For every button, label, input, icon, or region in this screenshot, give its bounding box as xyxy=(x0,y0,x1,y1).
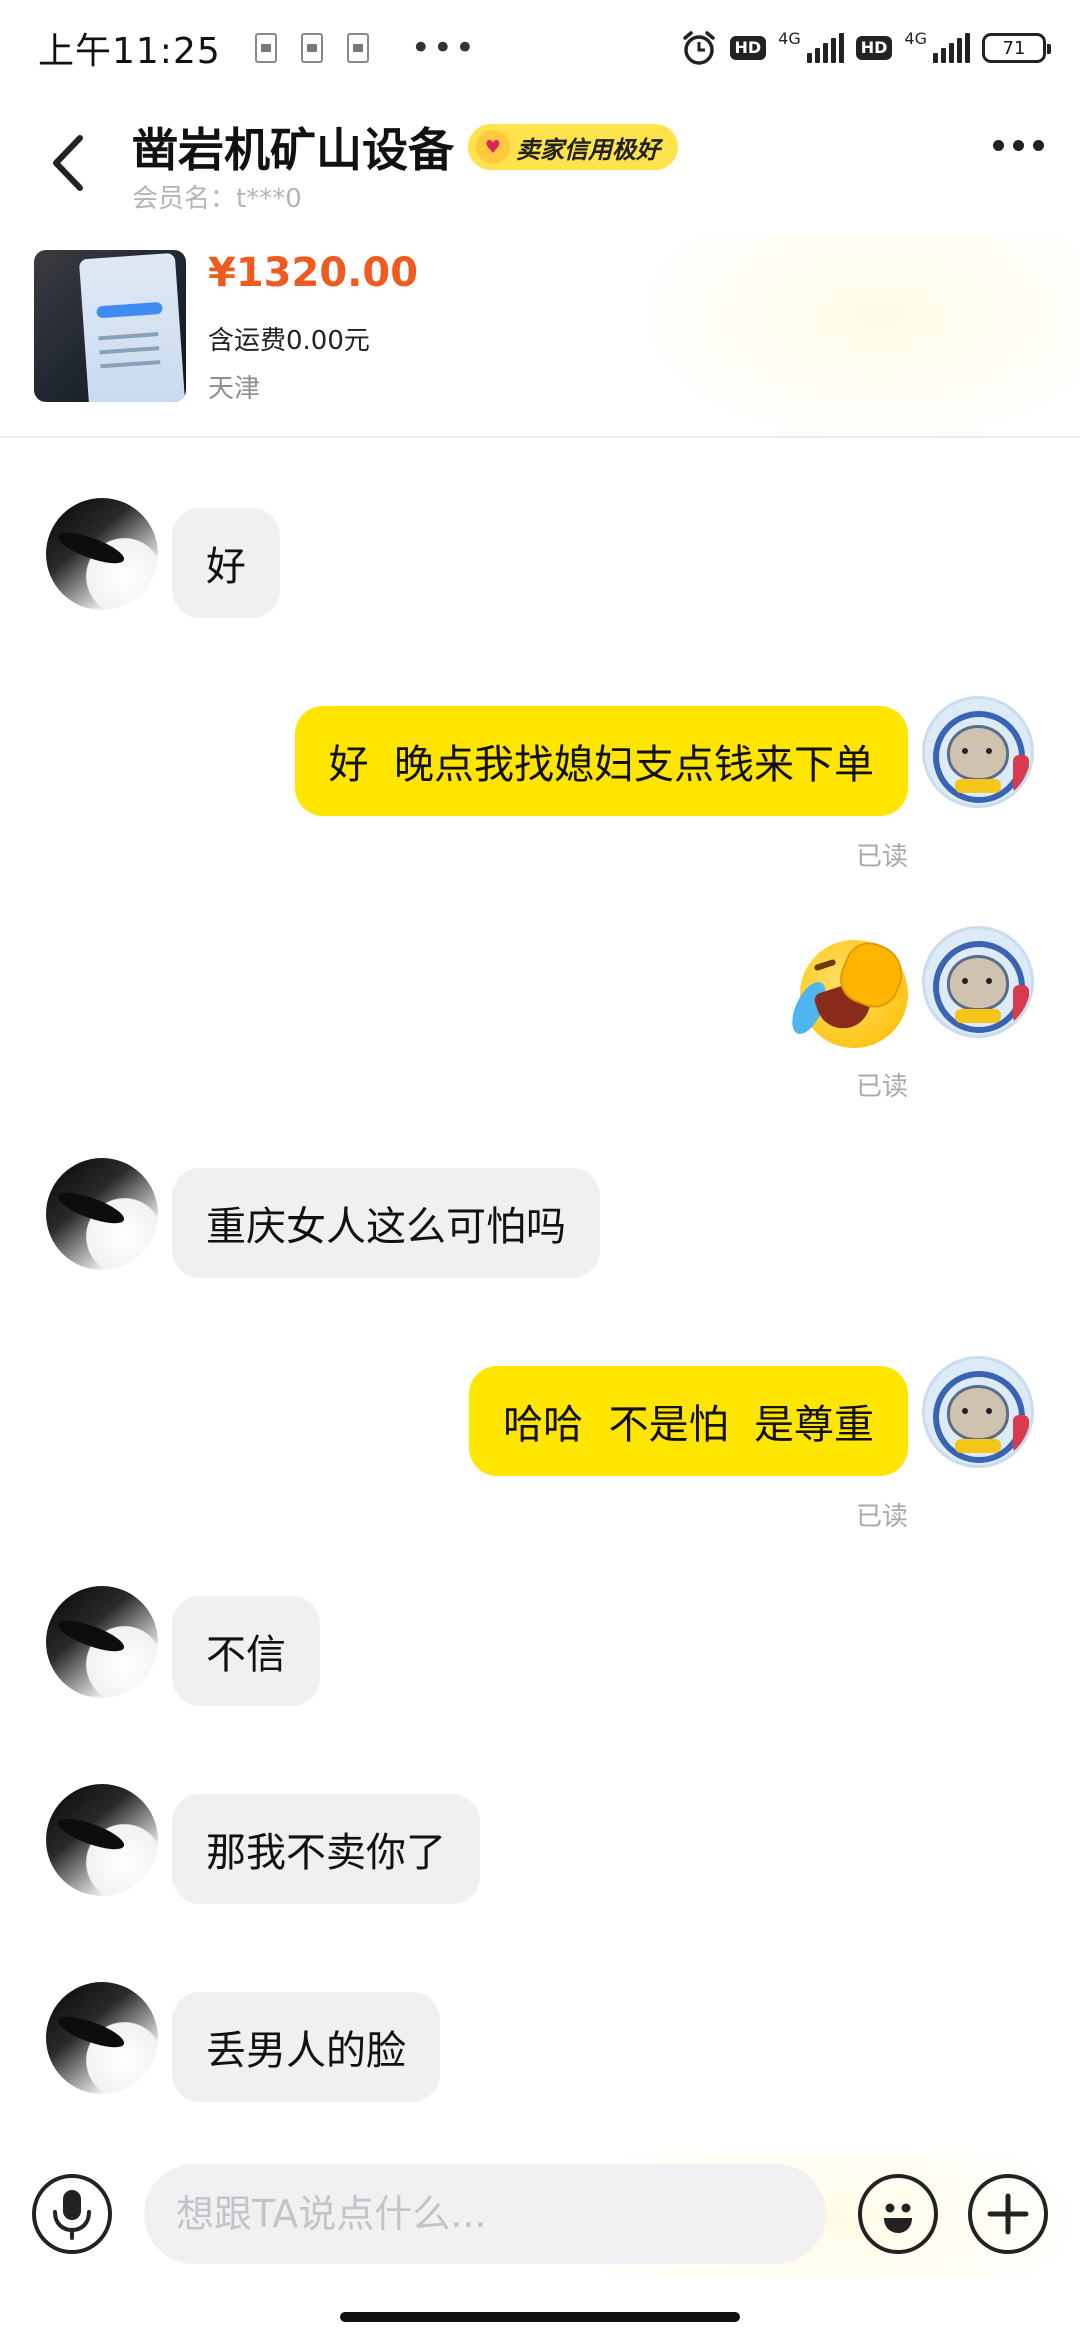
message-bubble[interactable]: 好 晚点我找媳妇支点钱来下单 xyxy=(294,706,908,816)
signal-icon xyxy=(933,33,970,63)
voice-button[interactable] xyxy=(32,2174,112,2254)
microphone-icon xyxy=(53,2190,91,2240)
product-price: ¥1320.00 xyxy=(208,250,419,296)
read-status: 已读 xyxy=(856,1502,909,1532)
seller-credit-badge[interactable]: ♥ 卖家信用极好 xyxy=(468,124,678,170)
alarm-icon xyxy=(682,31,715,65)
status-left: 上午11:25 ••• xyxy=(38,22,477,74)
status-bar: 上午11:25 ••• HD 4G HD 4G 71 xyxy=(0,0,1080,96)
message-input[interactable] xyxy=(144,2164,826,2264)
seller-avatar[interactable] xyxy=(46,1158,158,1270)
battery-icon: 71 xyxy=(982,33,1051,63)
heart-eyes-emoji-icon: ♥ xyxy=(476,130,510,164)
shipping-fee: 含运费0.00元 xyxy=(208,326,370,356)
credit-badge-label: 卖家信用极好 xyxy=(516,135,660,164)
status-time: 上午11:25 xyxy=(38,31,221,72)
seller-avatar[interactable] xyxy=(46,498,158,610)
status-right: HD 4G HD 4G 71 xyxy=(680,29,1051,67)
read-status: 已读 xyxy=(856,842,909,872)
home-indicator[interactable] xyxy=(340,2312,740,2322)
more-notifications-icon: ••• xyxy=(410,28,477,68)
message-bubble[interactable]: 重庆女人这么可怕吗 xyxy=(172,1168,600,1278)
notification-icon xyxy=(254,33,277,63)
my-avatar[interactable] xyxy=(922,926,1034,1038)
my-avatar[interactable] xyxy=(922,696,1034,808)
member-name: 会员名：t***0 xyxy=(132,184,302,214)
seller-avatar[interactable] xyxy=(46,1586,158,1698)
emoji-button[interactable] xyxy=(858,2174,938,2254)
emoji-icon xyxy=(884,2203,912,2233)
chat-title[interactable]: 凿岩机矿山设备 xyxy=(132,114,454,180)
message-bubble[interactable]: 丢男人的脸 xyxy=(172,1992,440,2102)
crying-laughing-face-emoji-icon[interactable] xyxy=(785,935,912,1048)
input-bar xyxy=(0,2150,1080,2280)
product-card[interactable]: ¥1320.00 含运费0.00元 天津 xyxy=(0,234,1080,438)
hd-badge: HD xyxy=(855,36,893,60)
more-menu-icon[interactable] xyxy=(993,140,1044,151)
notification-icon xyxy=(346,33,369,63)
network-type: 4G xyxy=(904,29,927,48)
message-bubble[interactable]: 那我不卖你了 xyxy=(172,1794,480,1904)
notification-icon xyxy=(300,33,323,63)
chat-header: 凿岩机矿山设备 ♥ 卖家信用极好 会员名：t***0 xyxy=(0,96,1080,234)
hd-badge: HD xyxy=(729,36,767,60)
plus-button[interactable] xyxy=(968,2174,1048,2254)
seller-avatar[interactable] xyxy=(46,1982,158,2094)
my-avatar[interactable] xyxy=(922,1356,1034,1468)
message-bubble[interactable]: 哈哈 不是怕 是尊重 xyxy=(469,1366,908,1476)
message-bubble[interactable]: 好 xyxy=(172,508,280,618)
seller-avatar[interactable] xyxy=(46,1784,158,1896)
network-type: 4G xyxy=(778,29,801,48)
product-location: 天津 xyxy=(208,374,261,404)
title-row: 凿岩机矿山设备 ♥ 卖家信用极好 xyxy=(132,114,678,180)
signal-icon xyxy=(806,33,844,63)
back-arrow-icon[interactable] xyxy=(40,128,96,198)
plus-icon xyxy=(987,2193,1029,2235)
read-status: 已读 xyxy=(856,1072,909,1102)
product-image[interactable] xyxy=(34,250,186,402)
message-bubble[interactable]: 不信 xyxy=(172,1596,320,1706)
